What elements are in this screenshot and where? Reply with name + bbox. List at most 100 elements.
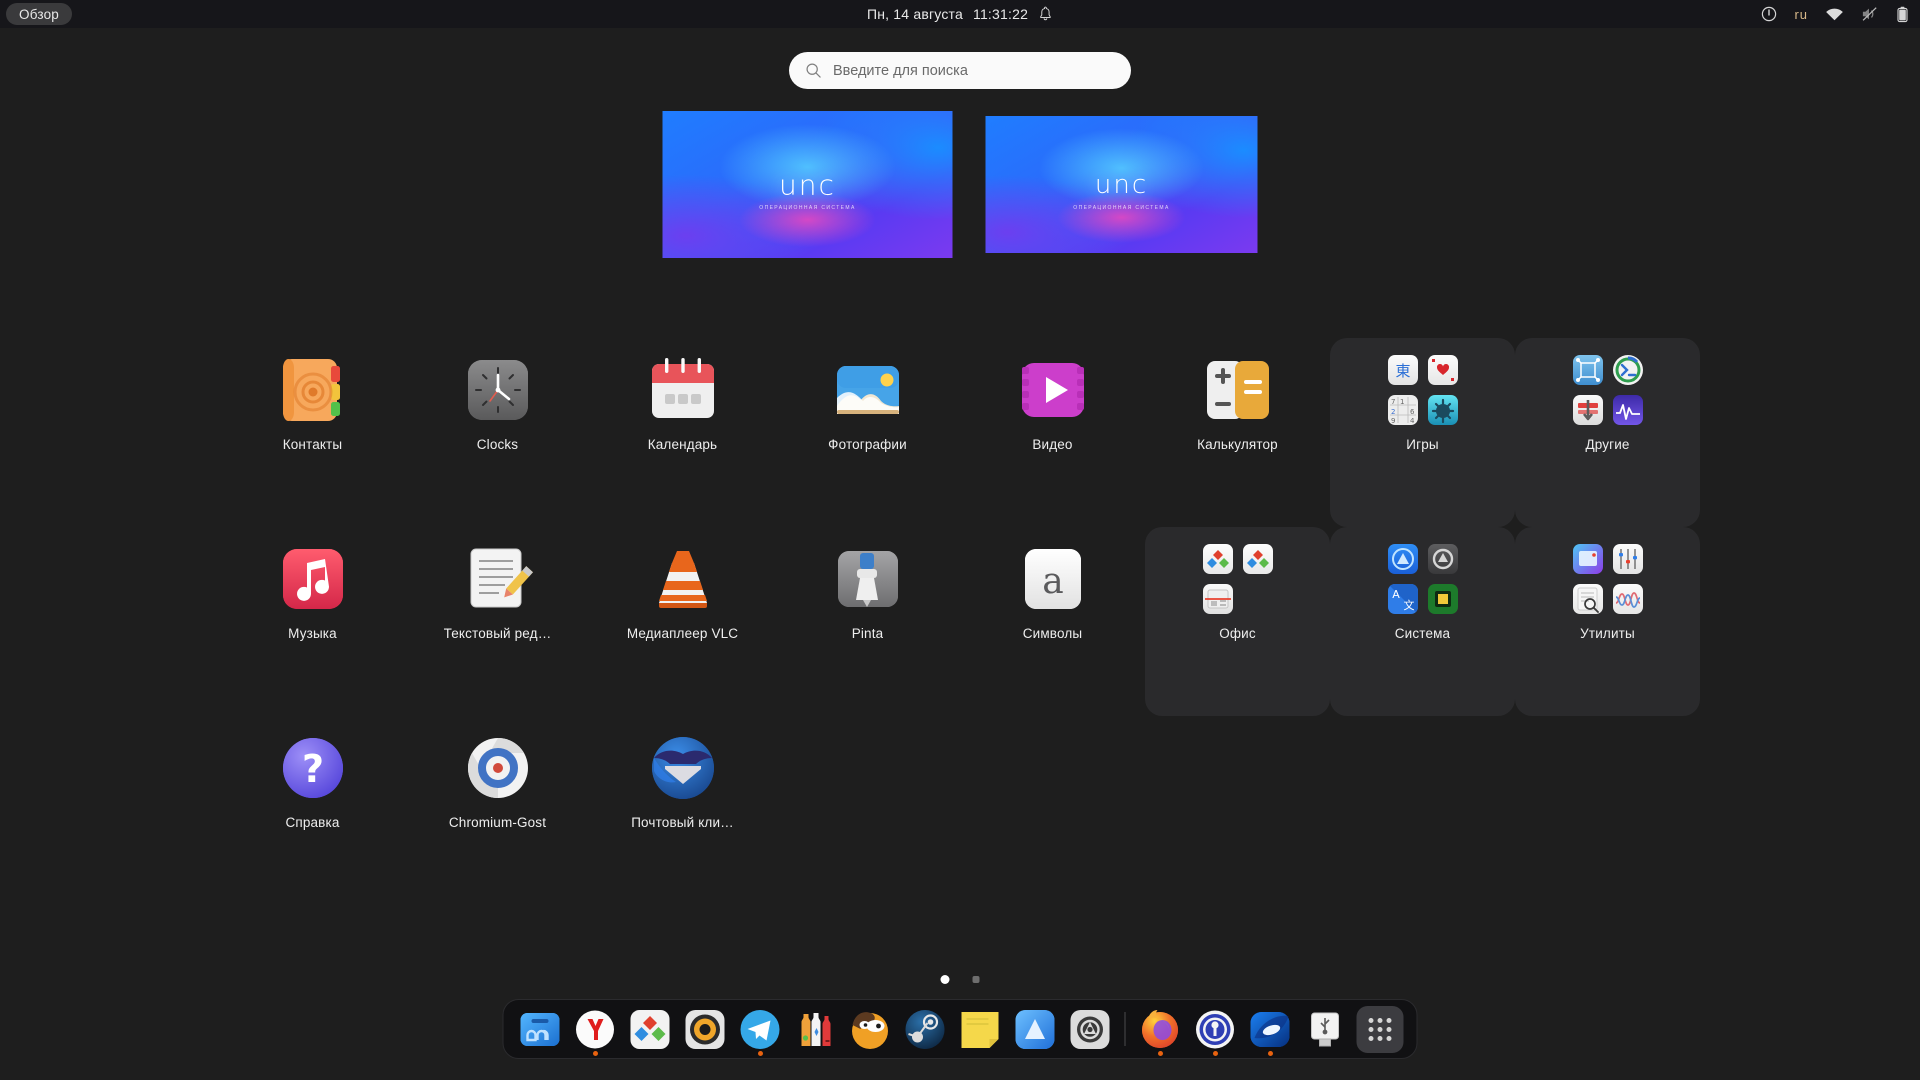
- equalizer-icon: [1612, 544, 1643, 574]
- characters-icon: a: [1017, 543, 1089, 615]
- keyboard-layout-indicator[interactable]: ru: [1794, 7, 1808, 22]
- dock-item-audio-player[interactable]: [678, 1001, 733, 1057]
- workspace-logo-sub: ОПЕРАЦИОННАЯ СИСТЕМА: [1073, 204, 1170, 211]
- bell-icon: [1040, 6, 1051, 21]
- app-item-calendar[interactable]: Календарь: [590, 338, 775, 527]
- folder-item-other[interactable]: Другие: [1515, 338, 1700, 527]
- app-item-help[interactable]: ? Справка: [220, 716, 405, 905]
- photos-icon: [832, 354, 904, 426]
- app-label: Видео: [1032, 437, 1073, 452]
- svg-text:4: 4: [1410, 417, 1415, 425]
- app-label: Медиаплеер VLC: [626, 626, 739, 641]
- svg-text:9: 9: [1391, 417, 1395, 425]
- dock: [502, 999, 1418, 1059]
- app-label: Pinta: [851, 626, 884, 641]
- clock-date: Пн, 14 августа: [866, 6, 963, 22]
- running-indicator: [757, 1051, 763, 1056]
- dock-item-yandex[interactable]: [568, 1001, 623, 1057]
- vlc-icon: [647, 543, 719, 615]
- app-item-calculator[interactable]: Калькулятор: [1145, 338, 1330, 527]
- dock-item-keepass[interactable]: [1188, 1001, 1243, 1057]
- running-indicator: [1212, 1051, 1218, 1056]
- settings-icon: [1069, 1008, 1112, 1051]
- page-indicators[interactable]: [940, 975, 980, 984]
- chromium-icon: [462, 732, 534, 804]
- wifi-icon[interactable]: [1825, 7, 1844, 22]
- workspace-thumbnail-1[interactable]: unc ОПЕРАЦИОННАЯ СИСТЕМА: [662, 111, 953, 258]
- clocks-icon: [462, 354, 534, 426]
- onlyoffice-sheets-icon: [1242, 544, 1273, 574]
- dock-item-usb-drive[interactable]: [1298, 1001, 1353, 1057]
- app-item-vlc[interactable]: Медиаплеер VLC: [590, 527, 775, 716]
- app-label: Почтовый кли…: [631, 815, 734, 830]
- app-item-pinta[interactable]: Pinta: [775, 527, 960, 716]
- dock-item-onlyoffice[interactable]: [623, 1001, 678, 1057]
- app-label: Контакты: [282, 437, 343, 452]
- app-item-photos[interactable]: Фотографии: [775, 338, 960, 527]
- activities-label: Обзор: [19, 6, 59, 22]
- page-indicator-2[interactable]: [972, 976, 980, 983]
- folder-item-system[interactable]: A 文 Система: [1330, 527, 1515, 716]
- app-item-contacts[interactable]: Контакты: [220, 338, 405, 527]
- search-entry[interactable]: Введите для поиска: [789, 52, 1131, 89]
- app-item-videos[interactable]: Видео: [960, 338, 1145, 527]
- app-item-text-editor[interactable]: Текстовый ред…: [405, 527, 590, 716]
- workspace-logo-sub: ОПЕРАЦИОННАЯ СИСТЕМА: [759, 204, 856, 211]
- search-placeholder: Введите для поиска: [833, 62, 968, 79]
- folder-label: Игры: [1406, 437, 1439, 452]
- app-label: Календарь: [647, 437, 718, 452]
- activities-button[interactable]: Обзор: [6, 3, 72, 25]
- dock-item-gimp[interactable]: [843, 1001, 898, 1057]
- folder-label: Офис: [1219, 626, 1256, 641]
- svg-text:文: 文: [1403, 598, 1414, 612]
- folder-item-games[interactable]: 東 71 26 9 4 Игры: [1330, 338, 1515, 527]
- dock-item-astra[interactable]: [1008, 1001, 1063, 1057]
- app-label: Калькулятор: [1197, 437, 1278, 452]
- dock-item-settings[interactable]: [1063, 1001, 1118, 1057]
- usb-drive-icon: [1304, 1008, 1347, 1051]
- folder-label: Система: [1394, 626, 1451, 641]
- app-item-thunderbird[interactable]: Почтовый кли…: [590, 716, 775, 905]
- workspace-thumbnail-2[interactable]: unc ОПЕРАЦИОННАЯ СИСТЕМА: [985, 116, 1258, 253]
- dock-item-show-apps[interactable]: [1353, 1001, 1408, 1057]
- folder-utils-icon: [1572, 543, 1644, 615]
- folder-item-utilities[interactable]: Утилиты: [1515, 527, 1700, 716]
- clock-time: 11:31:22: [973, 6, 1029, 22]
- dock-item-notes[interactable]: [953, 1001, 1008, 1057]
- folder-item-office[interactable]: Офис: [1145, 527, 1330, 716]
- disk-usage-icon: [1572, 395, 1603, 425]
- app-item-clocks[interactable]: Clocks: [405, 338, 590, 527]
- clock-menu-button[interactable]: Пн, 14 августа 11:31:22: [867, 6, 1053, 22]
- power-icon[interactable]: [1761, 6, 1777, 22]
- app-item-chromium-gost[interactable]: Chromium-Gost: [405, 716, 590, 905]
- astra-icon: [1014, 1008, 1057, 1051]
- folder-system-icon: A 文: [1387, 543, 1459, 615]
- dock-item-bottles[interactable]: [788, 1001, 843, 1057]
- app-grid-icon[interactable]: [1356, 1005, 1404, 1053]
- remote-desktop-icon: [1612, 355, 1643, 385]
- dock-item-firefox[interactable]: [1133, 1001, 1188, 1057]
- app-grid-row: Музыка Текстовый ред… Медиаплеер VLC Pin…: [220, 527, 1700, 716]
- calculator-icon: [1202, 354, 1274, 426]
- system-tray[interactable]: ru: [1761, 6, 1908, 23]
- svg-text:7: 7: [1391, 398, 1395, 406]
- svg-text:東: 東: [1395, 362, 1410, 380]
- dock-item-files[interactable]: [513, 1001, 568, 1057]
- contacts-icon: [277, 354, 349, 426]
- app-item-characters[interactable]: a Символы: [960, 527, 1145, 716]
- workspace-logo: unc: [779, 168, 836, 201]
- dock-item-telegram[interactable]: [733, 1001, 788, 1057]
- search-icon: [806, 63, 821, 78]
- page-indicator-1[interactable]: [940, 975, 950, 984]
- dock-item-blue-app[interactable]: [1243, 1001, 1298, 1057]
- folder-label: Утилиты: [1580, 626, 1635, 641]
- folder-office-icon: [1202, 543, 1274, 615]
- dock-item-steam[interactable]: [898, 1001, 953, 1057]
- battery-icon[interactable]: [1897, 6, 1908, 23]
- app-item-music[interactable]: Музыка: [220, 527, 405, 716]
- svg-text:A: A: [1392, 588, 1400, 601]
- volume-muted-icon[interactable]: [1861, 6, 1880, 22]
- app-label: Текстовый ред…: [443, 626, 552, 641]
- folder-other-icon: [1572, 354, 1644, 426]
- unc-files-icon: [519, 1008, 562, 1051]
